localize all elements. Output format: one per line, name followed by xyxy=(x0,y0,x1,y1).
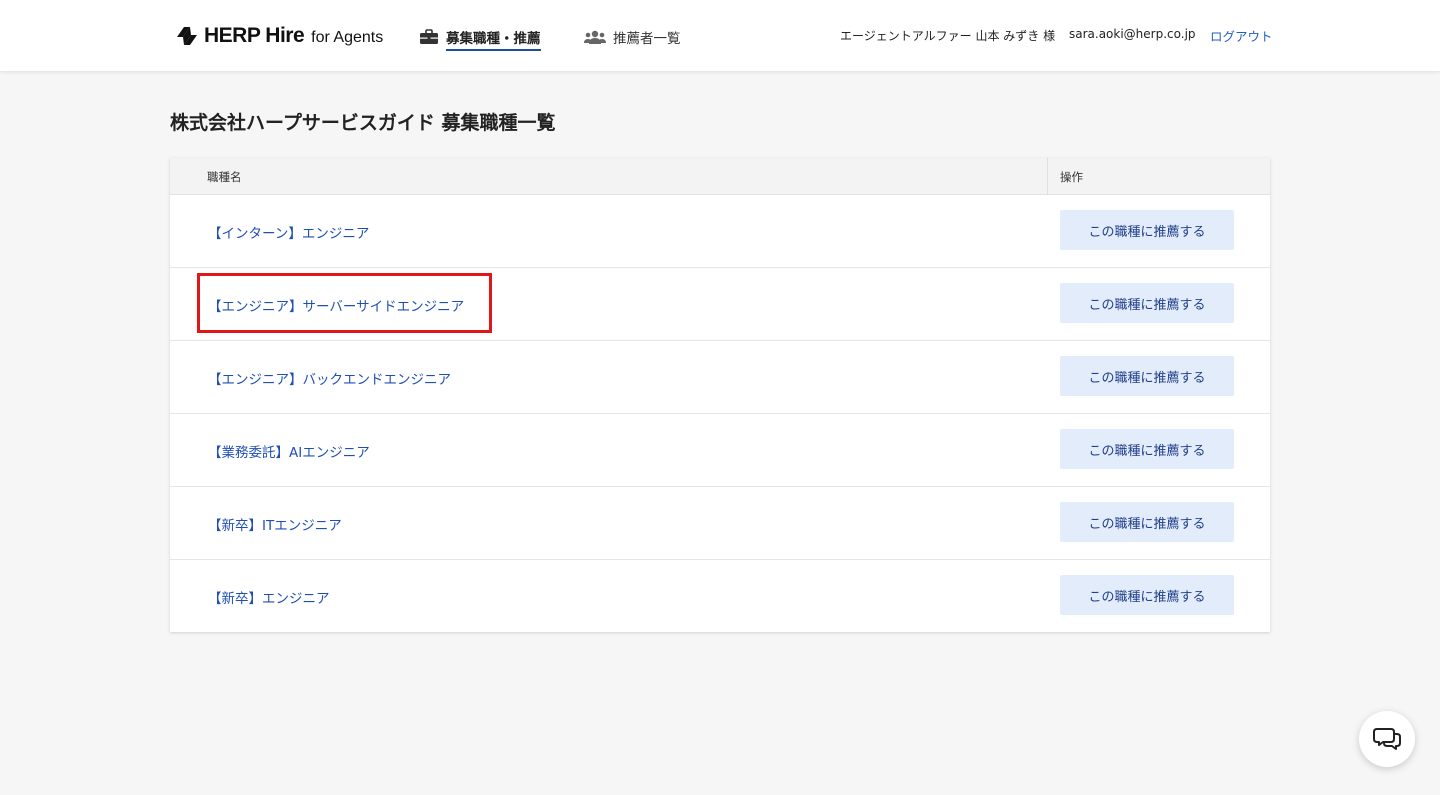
job-link[interactable]: 【エンジニア】サーバーサイドエンジニア xyxy=(208,295,464,315)
table-row: 【エンジニア】バックエンドエンジニア この職種に推薦する xyxy=(170,341,1270,414)
refer-button[interactable]: この職種に推薦する xyxy=(1060,575,1234,615)
logo-main-text: HERP Hire xyxy=(204,24,305,47)
herp-logo-icon xyxy=(177,27,197,45)
column-header-action: 操作 xyxy=(1060,170,1083,184)
refer-button[interactable]: この職種に推薦する xyxy=(1060,210,1234,250)
table-header: 職種名 操作 xyxy=(170,158,1270,195)
briefcase-icon xyxy=(420,29,438,44)
logout-link[interactable]: ログアウト xyxy=(1210,26,1273,45)
chat-button[interactable] xyxy=(1359,711,1415,767)
column-divider xyxy=(1047,158,1048,195)
nav-referrals-label: 推薦者一覧 xyxy=(613,31,681,47)
refer-button[interactable]: この職種に推薦する xyxy=(1060,429,1234,469)
job-link[interactable]: 【エンジニア】バックエンドエンジニア xyxy=(208,368,451,388)
nav-jobs[interactable]: 募集職種・推薦 xyxy=(419,24,541,51)
table-row: 【インターン】エンジニア この職種に推薦する xyxy=(170,195,1270,268)
top-header: HERP Hire for Agents 募集職種・推薦 推薦者一覧 エージェン… xyxy=(0,0,1440,71)
nav-referrals[interactable]: 推薦者一覧 xyxy=(584,24,681,50)
logo-sub-text: for Agents xyxy=(311,28,384,46)
job-link[interactable]: 【インターン】エンジニア xyxy=(208,222,369,242)
page-title: 株式会社ハープサービスガイド 募集職種一覧 xyxy=(170,112,556,134)
column-header-job-name: 職種名 xyxy=(207,170,242,184)
user-email: sara.aoki@herp.co.jp xyxy=(1069,27,1196,41)
refer-button[interactable]: この職種に推薦する xyxy=(1060,502,1234,542)
refer-button[interactable]: この職種に推薦する xyxy=(1060,283,1234,323)
logo[interactable]: HERP Hire for Agents xyxy=(175,22,383,50)
table-row: 【新卒】エンジニア この職種に推薦する xyxy=(170,560,1270,633)
refer-button[interactable]: この職種に推薦する xyxy=(1060,356,1234,396)
job-link[interactable]: 【業務委託】AIエンジニア xyxy=(208,441,370,461)
chat-bubbles-icon xyxy=(1373,728,1401,750)
user-name: エージェントアルファー 山本 みずき 様 xyxy=(840,29,1056,43)
table-row: 【業務委託】AIエンジニア この職種に推薦する xyxy=(170,414,1270,487)
users-icon xyxy=(584,30,606,44)
table-row: 【エンジニア】サーバーサイドエンジニア この職種に推薦する xyxy=(170,268,1270,341)
job-link[interactable]: 【新卒】エンジニア xyxy=(208,587,330,607)
nav-jobs-label: 募集職種・推薦 xyxy=(446,27,541,51)
table-row: 【新卒】ITエンジニア この職種に推薦する xyxy=(170,487,1270,560)
job-table: 職種名 操作 【インターン】エンジニア この職種に推薦する 【エンジニア】サーバ… xyxy=(170,158,1270,632)
job-link[interactable]: 【新卒】ITエンジニア xyxy=(208,514,342,534)
